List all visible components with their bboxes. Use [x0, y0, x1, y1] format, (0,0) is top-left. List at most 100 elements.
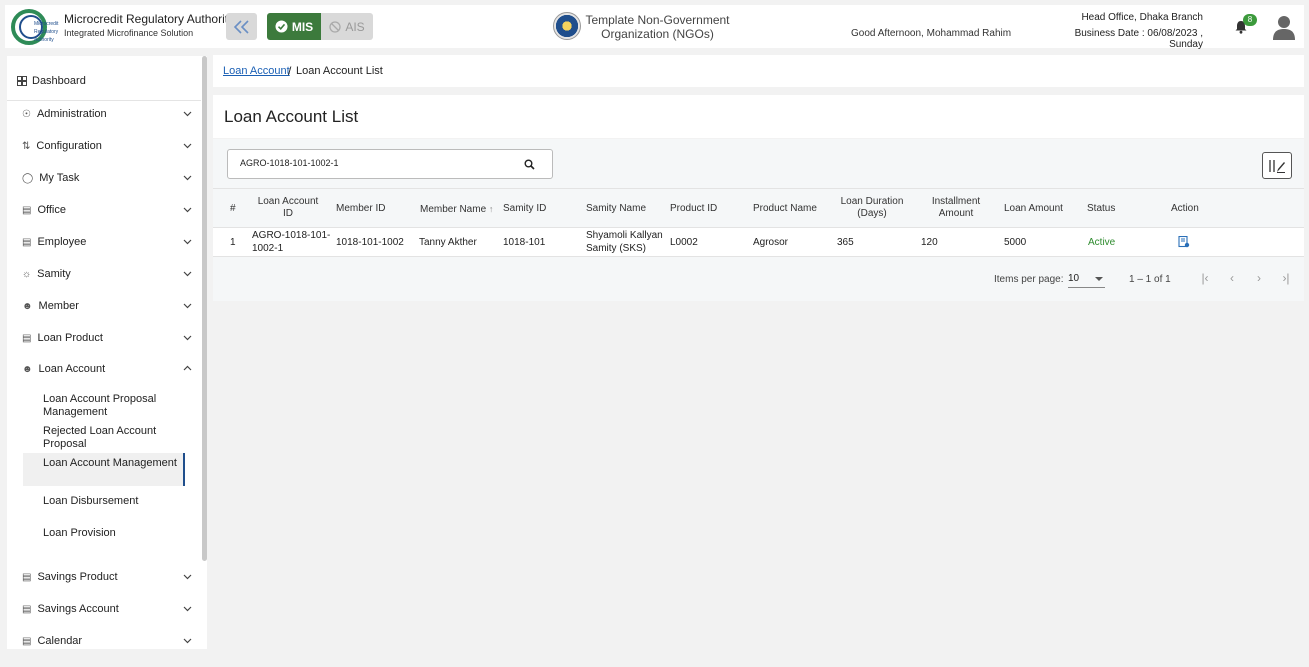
config-icon: ⇅: [22, 140, 31, 152]
sidebar-subitem-rejected-proposal[interactable]: Rejected Loan Account Proposal: [43, 425, 185, 451]
sidebar-item-administration[interactable]: ☉ Administration: [22, 104, 192, 124]
header-samity-name[interactable]: Samity Name: [586, 203, 646, 215]
first-page-icon[interactable]: |‹: [1198, 271, 1212, 285]
view-details-icon[interactable]: [1178, 236, 1190, 248]
sidebar-item-employee[interactable]: ▤ Employee: [22, 232, 192, 252]
sidebar-subitem-loan-account-management[interactable]: Loan Account Management: [43, 457, 185, 470]
sidebar-subitem-loan-disbursement[interactable]: Loan Disbursement: [43, 495, 185, 508]
search-icon[interactable]: [524, 159, 535, 170]
chevron-down-icon: [183, 574, 192, 580]
sidebar-item-my-task[interactable]: ◯ My Task: [22, 168, 192, 188]
paginator: Items per page: 10 1 – 1 of 1 |‹ ‹ › ›|: [213, 257, 1304, 301]
sidebar-subitem-loan-provision[interactable]: Loan Provision: [43, 527, 185, 540]
mis-toggle-button[interactable]: MIS: [267, 13, 321, 40]
header-member-name-label: Member Name: [420, 204, 487, 215]
svg-text:Regulatory: Regulatory: [34, 29, 59, 35]
mra-logo: Microcredit Regulatory Authority: [11, 9, 59, 45]
sidebar-item-savings-product[interactable]: ▤ Savings Product: [22, 567, 192, 587]
sidebar-item-label: Loan Product: [37, 332, 103, 344]
sidebar-item-calendar[interactable]: ▤ Calendar: [22, 631, 192, 649]
next-page-icon[interactable]: ›: [1252, 271, 1266, 285]
notification-badge: 8: [1243, 14, 1257, 26]
check-circle-icon: [275, 20, 288, 33]
cell-index: 1: [230, 237, 236, 248]
table-header: # Loan Account ID Member ID Member Name …: [213, 188, 1304, 228]
loan-account-list-card: # Loan Account ID Member ID Member Name …: [213, 139, 1304, 301]
header-member-name[interactable]: Member Name ↑: [420, 203, 493, 216]
sidebar-item-label: Loan Account: [38, 363, 106, 375]
column-settings-button[interactable]: [1262, 152, 1292, 179]
ais-toggle-button[interactable]: AIS: [321, 13, 373, 40]
member-icon: ☻: [22, 300, 33, 312]
items-per-page-value: 10: [1068, 273, 1080, 284]
items-per-page-label: Items per page:: [994, 274, 1064, 285]
sidebar-item-label: Office: [37, 204, 66, 216]
brand-subtitle: Integrated Microfinance Solution: [64, 28, 194, 38]
top-header: Microcredit Regulatory Authority Microcr…: [5, 5, 1304, 50]
chevron-down-icon: [183, 271, 192, 277]
sidebar-item-label: Samity: [37, 268, 71, 280]
sidebar-item-label: Member: [38, 300, 79, 312]
sidebar-item-office[interactable]: ▤ Office: [22, 200, 192, 220]
page-title-card: Loan Account List: [213, 95, 1304, 138]
cell-loan-account-id: AGRO-1018-101-1002-1: [252, 230, 331, 254]
sidebar-item-savings-account[interactable]: ▤ Savings Account: [22, 599, 192, 619]
samity-icon: ☼: [22, 268, 32, 280]
sidebar-subitem-proposal-management[interactable]: Loan Account Proposal Management: [43, 393, 185, 419]
sidebar-scrollbar[interactable]: [202, 56, 207, 561]
sidebar-item-label: Employee: [37, 236, 87, 248]
chevron-down-icon: [183, 239, 192, 245]
breadcrumb-separator: /: [288, 64, 292, 78]
ais-label: AIS: [345, 19, 365, 34]
chevron-down-icon: [183, 111, 192, 117]
cell-installment-amount: 120: [921, 237, 938, 248]
user-greeting: Good Afternoon, Mohammad Rahim: [851, 28, 1012, 39]
header-member-id[interactable]: Member ID: [336, 203, 385, 215]
breadcrumb-link-loan-account[interactable]: Loan Account: [223, 65, 290, 77]
sidebar-item-loan-product[interactable]: ▤ Loan Product: [22, 328, 192, 348]
previous-page-icon[interactable]: ‹: [1225, 271, 1239, 285]
header-status[interactable]: Status: [1087, 203, 1115, 215]
header-loan-account-id[interactable]: Loan Account ID: [253, 196, 323, 220]
cell-product-name: Agrosor: [753, 237, 789, 248]
user-avatar-icon[interactable]: [1272, 14, 1296, 40]
sidebar-item-loan-account[interactable]: ☻ Loan Account: [22, 359, 192, 379]
page-title: Loan Account List: [224, 107, 359, 126]
loan-account-icon: ☻: [22, 363, 33, 375]
header-product-name[interactable]: Product Name: [753, 203, 817, 215]
sidebar-item-member[interactable]: ☻ Member: [22, 296, 192, 316]
sidebar-item-label: Administration: [36, 108, 107, 120]
last-page-icon[interactable]: ›|: [1279, 271, 1293, 285]
header-loan-duration[interactable]: Loan Duration (Days): [837, 196, 907, 220]
business-date: Business Date : 06/08/2023 , Sunday: [1074, 28, 1203, 50]
header-installment-amount[interactable]: Installment Amount: [926, 196, 986, 220]
savings-account-icon: ▤: [22, 603, 32, 615]
task-icon: ◯: [22, 172, 34, 184]
sidebar-item-label: Savings Account: [37, 603, 119, 615]
svg-text:Microcredit: Microcredit: [34, 21, 59, 27]
sidebar: Dashboard ☉ Administration ⇅ Configurati…: [7, 56, 207, 649]
collapse-sidebar-button[interactable]: [226, 13, 257, 40]
blocked-icon: [329, 20, 341, 33]
branch-name: Head Office, Dhaka Branch: [1081, 12, 1203, 23]
header-samity-id[interactable]: Samity ID: [503, 203, 546, 215]
search-box[interactable]: [227, 149, 553, 179]
items-per-page-select[interactable]: 10: [1068, 270, 1105, 288]
government-seal-icon: [553, 12, 581, 40]
chevron-up-icon: [183, 365, 192, 371]
sidebar-item-dashboard[interactable]: Dashboard: [17, 75, 86, 87]
sidebar-item-configuration[interactable]: ⇅ Configuration: [22, 136, 192, 156]
sidebar-item-samity[interactable]: ☼ Samity: [22, 264, 192, 284]
search-input[interactable]: [240, 158, 520, 168]
organization-name: Template Non-Government Organization (NG…: [585, 13, 730, 41]
header-product-id[interactable]: Product ID: [670, 203, 717, 215]
breadcrumb-current: Loan Account List: [296, 65, 383, 77]
double-chevron-left-icon: [233, 19, 249, 34]
header-loan-amount[interactable]: Loan Amount: [1004, 203, 1063, 215]
cell-member-id: 1018-101-1002: [336, 237, 404, 248]
chevron-down-icon: [183, 303, 192, 309]
breadcrumb: Loan Account / Loan Account List: [213, 55, 1304, 87]
employee-icon: ▤: [22, 236, 32, 248]
svg-text:Authority: Authority: [34, 37, 54, 43]
chevron-down-icon: [183, 175, 192, 181]
